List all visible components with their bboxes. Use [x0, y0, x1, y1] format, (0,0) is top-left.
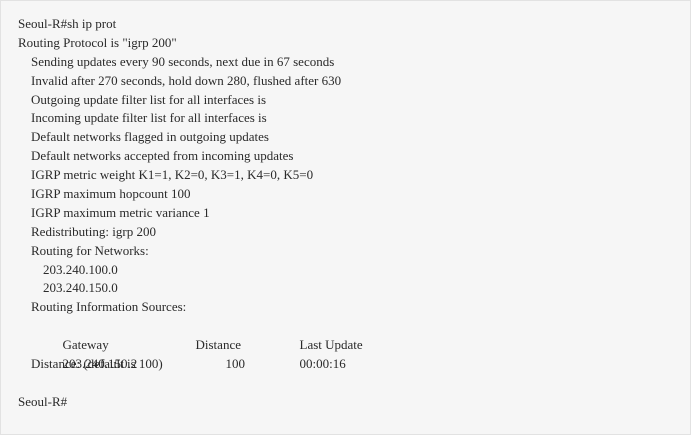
distance-column-header: Distance: [195, 337, 241, 353]
output-line-distance-default: Distance: (default is 100): [31, 356, 163, 372]
sources-table-header: Gateway Distance Last Update: [18, 317, 680, 352]
output-line-redistributing: Redistributing: igrp 200: [31, 223, 156, 239]
output-line-default-accepted: Default networks accepted from incoming …: [31, 148, 294, 164]
output-line-info-sources: Routing Information Sources:: [31, 299, 187, 315]
output-line-timers: Invalid after 270 seconds, hold down 280…: [31, 72, 342, 88]
output-line-routing-protocol: Routing Protocol is "igrp 200": [18, 34, 177, 50]
output-line-metric-weight: IGRP metric weight K1=1, K2=0, K3=1, K4=…: [31, 167, 314, 183]
output-line-default-flagged: Default networks flagged in outgoing upd…: [31, 129, 269, 145]
output-line-outgoing-filter: Outgoing update filter list for all inte…: [31, 91, 267, 107]
network-entry: 203.240.150.0: [43, 280, 118, 296]
command-line: Seoul-R#sh ip prot: [18, 16, 117, 31]
network-entry: 203.240.100.0: [43, 261, 118, 277]
last-update-cell: 00:00:16: [299, 356, 346, 372]
output-line-hopcount: IGRP maximum hopcount 100: [31, 186, 191, 202]
command-prompt[interactable]: Seoul-R#: [18, 393, 680, 412]
gateway-column-header: Gateway: [62, 337, 109, 353]
terminal-window: Seoul-R#sh ip prot Routing Protocol is "…: [0, 0, 691, 435]
output-line-routing-for-networks: Routing for Networks:: [31, 242, 149, 258]
terminal-output: Seoul-R#sh ip prot Routing Protocol is "…: [18, 15, 680, 412]
output-line-variance: IGRP maximum metric variance 1: [31, 204, 210, 220]
output-line-sending-updates: Sending updates every 90 seconds, next d…: [31, 53, 335, 69]
distance-cell: 100: [225, 356, 246, 372]
last-update-column-header: Last Update: [299, 337, 363, 353]
output-line-incoming-filter: Incoming update filter list for all inte…: [31, 110, 267, 126]
